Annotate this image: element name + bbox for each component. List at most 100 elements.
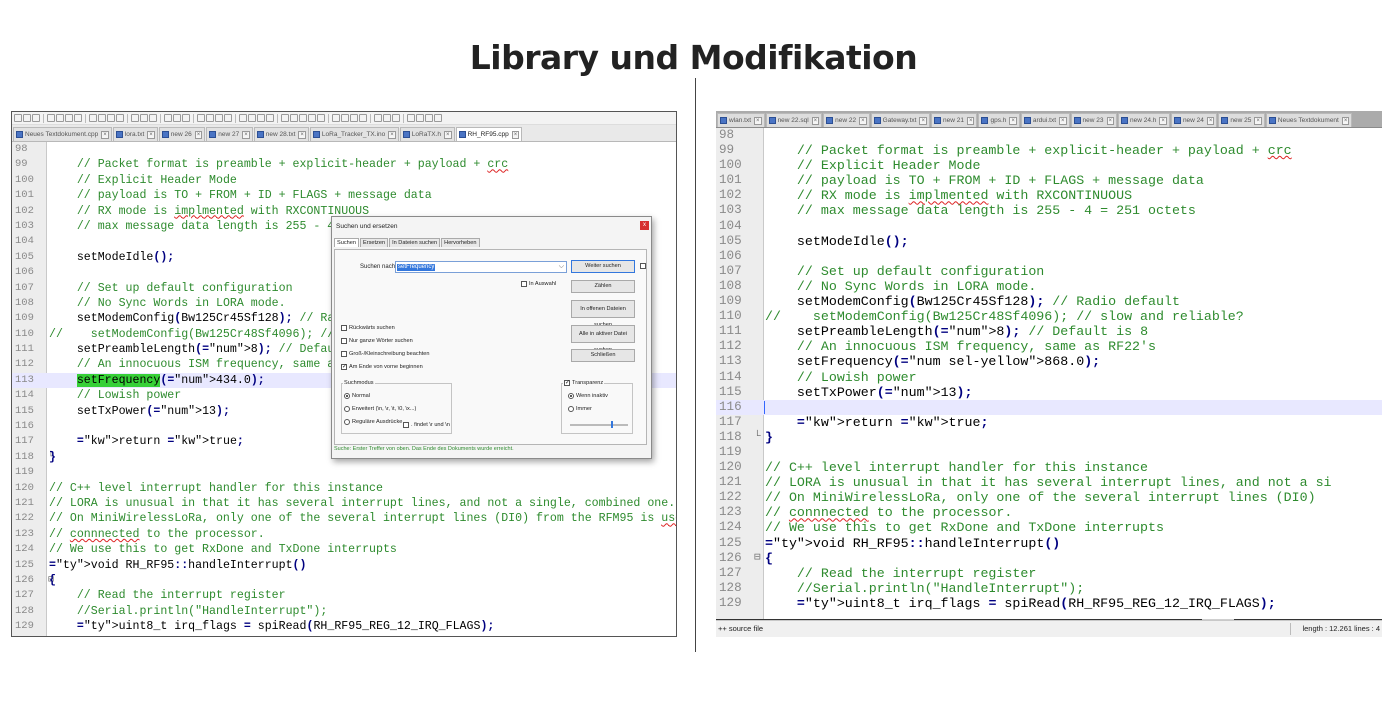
code-text[interactable]: // Lowish power (49, 388, 181, 403)
search-input[interactable]: setFrequency ⌵ (395, 261, 567, 273)
checkbox-box[interactable] (341, 325, 347, 331)
code-line[interactable]: 121 // LORA is unusual in that it has sev… (12, 496, 676, 511)
code-text[interactable]: // On MiniWirelessLoRa, only one of the … (49, 511, 676, 526)
code-line[interactable]: 104 (716, 219, 1382, 234)
radio-option[interactable]: Immer (568, 406, 592, 412)
code-line[interactable]: 123 // connnected to the processor. (716, 505, 1382, 520)
close-icon[interactable]: × (811, 116, 820, 125)
code-text[interactable]: // We use this to get RxDone and TxDone … (49, 542, 397, 557)
toolbar-icon[interactable] (416, 114, 424, 122)
code-line[interactable]: 127 // Read the interrupt register (716, 566, 1382, 581)
code-text[interactable]: // No Sync Words in LORA mode. (765, 279, 1036, 294)
toolbar-icon[interactable] (290, 114, 298, 122)
code-text[interactable]: setTxPower(="num">13); (49, 404, 230, 419)
code-line[interactable]: 112 // An innocuous ISM frequency, same … (716, 339, 1382, 354)
transparency-slider-thumb[interactable] (610, 421, 613, 428)
file-tab[interactable]: ardui.txt × (1020, 113, 1070, 127)
toolbar-icon[interactable] (332, 114, 340, 122)
close-icon[interactable]: × (511, 130, 520, 139)
toolbar-icon[interactable] (164, 114, 172, 122)
code-line[interactable]: 99 // Packet format is preamble + explic… (716, 143, 1382, 158)
code-line[interactable]: 126 ⊟{ (12, 573, 676, 588)
code-text[interactable]: // max message data length is 255 - 4 = … (765, 203, 1196, 218)
code-line[interactable]: 110 // setModemConfig(Bw125Cr48Sf4096); /… (716, 309, 1382, 324)
code-editor[interactable]: 98 99 // Packet format is preamble + expl… (12, 142, 676, 636)
file-tab[interactable]: new 25 × (1218, 113, 1265, 127)
close-icon[interactable]: × (919, 116, 927, 125)
code-text[interactable]: // payload is TO + FROM + ID + FLAGS + m… (765, 173, 1204, 188)
code-line[interactable]: 98 (716, 128, 1382, 143)
toolbar-icon[interactable] (206, 114, 214, 122)
transparency-slider[interactable] (570, 424, 628, 426)
code-line[interactable]: 125 ="ty">void RH_RF95::handleInterrupt() (716, 536, 1382, 551)
dot-newline-checkbox[interactable]: . findet \r und \n (403, 422, 450, 428)
option-checkbox[interactable]: Nur ganze Wörter suchen (341, 338, 413, 344)
close-icon[interactable]: × (1009, 116, 1017, 125)
toolbar-icon[interactable] (359, 114, 367, 122)
close-icon[interactable]: × (1341, 116, 1350, 125)
code-text[interactable]: ="ty">uint8_t irq_flags = spiRead(RH_RF9… (765, 596, 1276, 611)
close-icon[interactable]: × (966, 116, 975, 125)
toolbar-icon[interactable] (74, 114, 82, 122)
code-line[interactable]: 126 ⊟{ (716, 551, 1382, 566)
close-icon[interactable]: × (101, 130, 109, 139)
tab-hervorheben[interactable]: Hervorheben (441, 238, 480, 247)
close-icon[interactable]: × (859, 116, 867, 125)
code-text[interactable]: // LORA is unusual in that it has severa… (49, 496, 675, 511)
code-text[interactable]: // Packet format is preamble + explicit-… (49, 157, 508, 172)
file-tab[interactable]: LoRa_Tracker_TX.ino × (309, 127, 399, 141)
code-text[interactable]: setModeIdle(); (765, 234, 909, 249)
code-line[interactable]: 108 // No Sync Words in LORA mode. (716, 279, 1382, 294)
code-line[interactable]: 122 // On MiniWirelessLoRa, only one of t… (12, 511, 676, 526)
file-tab[interactable]: new 24 × (1170, 113, 1218, 127)
find-next-button[interactable]: Weiter suchen (571, 260, 635, 273)
code-text[interactable]: ="kw">return ="kw">true; (49, 434, 244, 449)
close-icon[interactable]: × (194, 130, 203, 139)
toolbar-icon[interactable] (308, 114, 316, 122)
checkbox-box[interactable]: ✓ (341, 364, 347, 370)
count-button[interactable]: Zählen (571, 280, 635, 293)
code-line[interactable]: 124 // We use this to get RxDone and TxDo… (716, 520, 1382, 535)
toolbar-icon[interactable] (407, 114, 415, 122)
code-text[interactable]: ="ty">void RH_RF95::handleInterrupt() (49, 558, 306, 573)
toolbar-icon[interactable] (14, 114, 22, 122)
tab-in-dateien-suchen[interactable]: In Dateien suchen (389, 238, 441, 247)
toolbar-icon[interactable] (98, 114, 106, 122)
toolbar-icon[interactable] (56, 114, 64, 122)
code-text[interactable]: { (765, 551, 773, 566)
code-line[interactable]: 115 setTxPower(="num">13); (716, 385, 1382, 400)
close-icon[interactable]: × (1254, 116, 1262, 125)
toolbar-icon[interactable] (215, 114, 223, 122)
code-line[interactable]: 101 // payload is TO + FROM + ID + FLAGS… (12, 188, 676, 203)
code-line[interactable]: 119 (12, 465, 676, 480)
toolbar-icon[interactable] (434, 114, 442, 122)
file-tab[interactable]: RH_RF95.cpp × (455, 127, 523, 141)
file-tab[interactable]: Gateway.txt × (870, 113, 930, 127)
code-text[interactable]: { (49, 573, 56, 588)
toolbar-icon[interactable] (23, 114, 31, 122)
code-line[interactable]: 129 ="ty">uint8_t irq_flags = spiRead(RH… (716, 596, 1382, 611)
tab-suchen[interactable]: Suchen (334, 238, 359, 247)
code-line[interactable]: 121 // LORA is unusual in that it has sev… (716, 475, 1382, 490)
code-text[interactable]: // connnected to the processor. (765, 505, 1012, 520)
file-tab[interactable]: wlan.txt × (717, 113, 765, 127)
toolbar-icon[interactable] (197, 114, 205, 122)
close-icon[interactable]: × (1159, 116, 1167, 125)
chevron-down-icon[interactable]: ⌵ (559, 263, 564, 271)
code-line[interactable]: 99 // Packet format is preamble + explic… (12, 157, 676, 172)
code-text[interactable]: setTxPower(="num">13); (765, 385, 973, 400)
file-tab[interactable]: new 27 × (206, 127, 253, 141)
code-line[interactable]: 124 // We use this to get RxDone and TxDo… (12, 542, 676, 557)
code-text[interactable]: setFrequency(="num">434.0); (49, 373, 265, 388)
code-text[interactable]: // On MiniWirelessLoRa, only one of the … (765, 490, 1316, 505)
code-line[interactable]: 98 (12, 142, 676, 157)
code-line[interactable]: 128 //Serial.println("HandleInterrupt"); (12, 604, 676, 619)
close-icon[interactable]: × (1206, 116, 1215, 125)
file-tab[interactable]: gps.h × (978, 113, 1020, 127)
code-text[interactable]: // Explicit Header Mode (49, 173, 237, 188)
code-line[interactable]: 117 ="kw">return ="kw">true; (716, 415, 1382, 430)
toolbar-icon[interactable] (140, 114, 148, 122)
code-line[interactable]: 120 // C++ level interrupt handler for th… (716, 460, 1382, 475)
code-line[interactable]: 100 // Explicit Header Mode (12, 173, 676, 188)
code-text[interactable]: //Serial.println("HandleInterrupt"); (765, 581, 1084, 596)
